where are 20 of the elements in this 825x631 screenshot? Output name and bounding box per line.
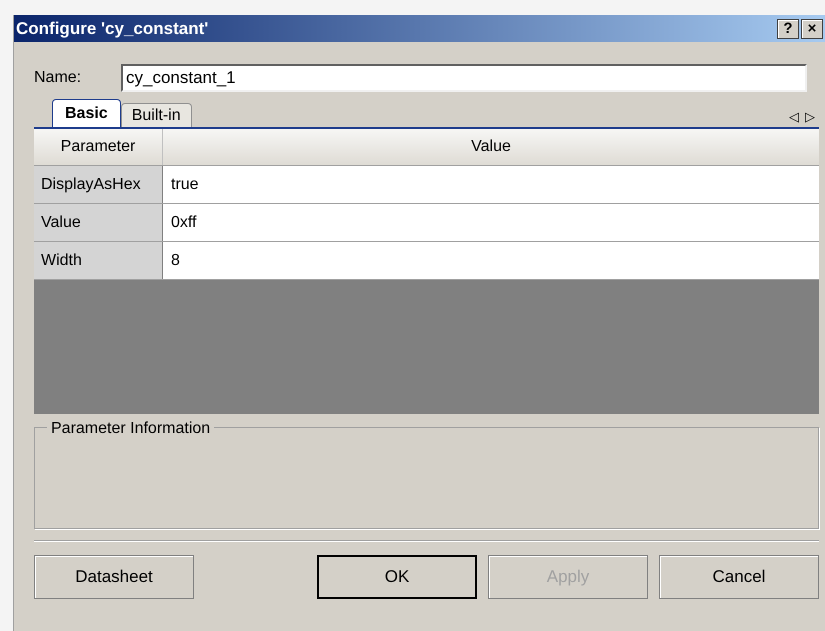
help-button[interactable]: ? — [777, 18, 799, 38]
table-cell: 8 — [163, 242, 819, 279]
window-title: Configure 'cy_constant' — [16, 18, 208, 40]
dialog-button[interactable]: Cancel — [659, 555, 819, 599]
scroll-left-button[interactable]: ◁ — [789, 110, 799, 123]
table-cell: 0xff — [163, 204, 819, 241]
tab[interactable]: Basic — [52, 99, 121, 127]
close-button[interactable]: × — [801, 18, 823, 38]
table-cell: Value — [34, 204, 163, 241]
tab[interactable]: Built-in — [120, 103, 192, 127]
dialog-button[interactable]: OK — [317, 555, 477, 599]
scroll-right-button[interactable]: ▷ — [805, 110, 815, 123]
name-label: Name: — [34, 68, 82, 88]
dialog-button[interactable]: Datasheet — [34, 555, 194, 599]
column-header: Parameter — [34, 129, 163, 165]
table-cell: true — [163, 166, 819, 203]
column-header: Value — [470, 137, 512, 157]
table-cell: Width — [34, 242, 163, 279]
table-cell: DisplayAsHex — [34, 166, 163, 203]
name-field[interactable]: cy_constant_1 — [121, 64, 807, 92]
